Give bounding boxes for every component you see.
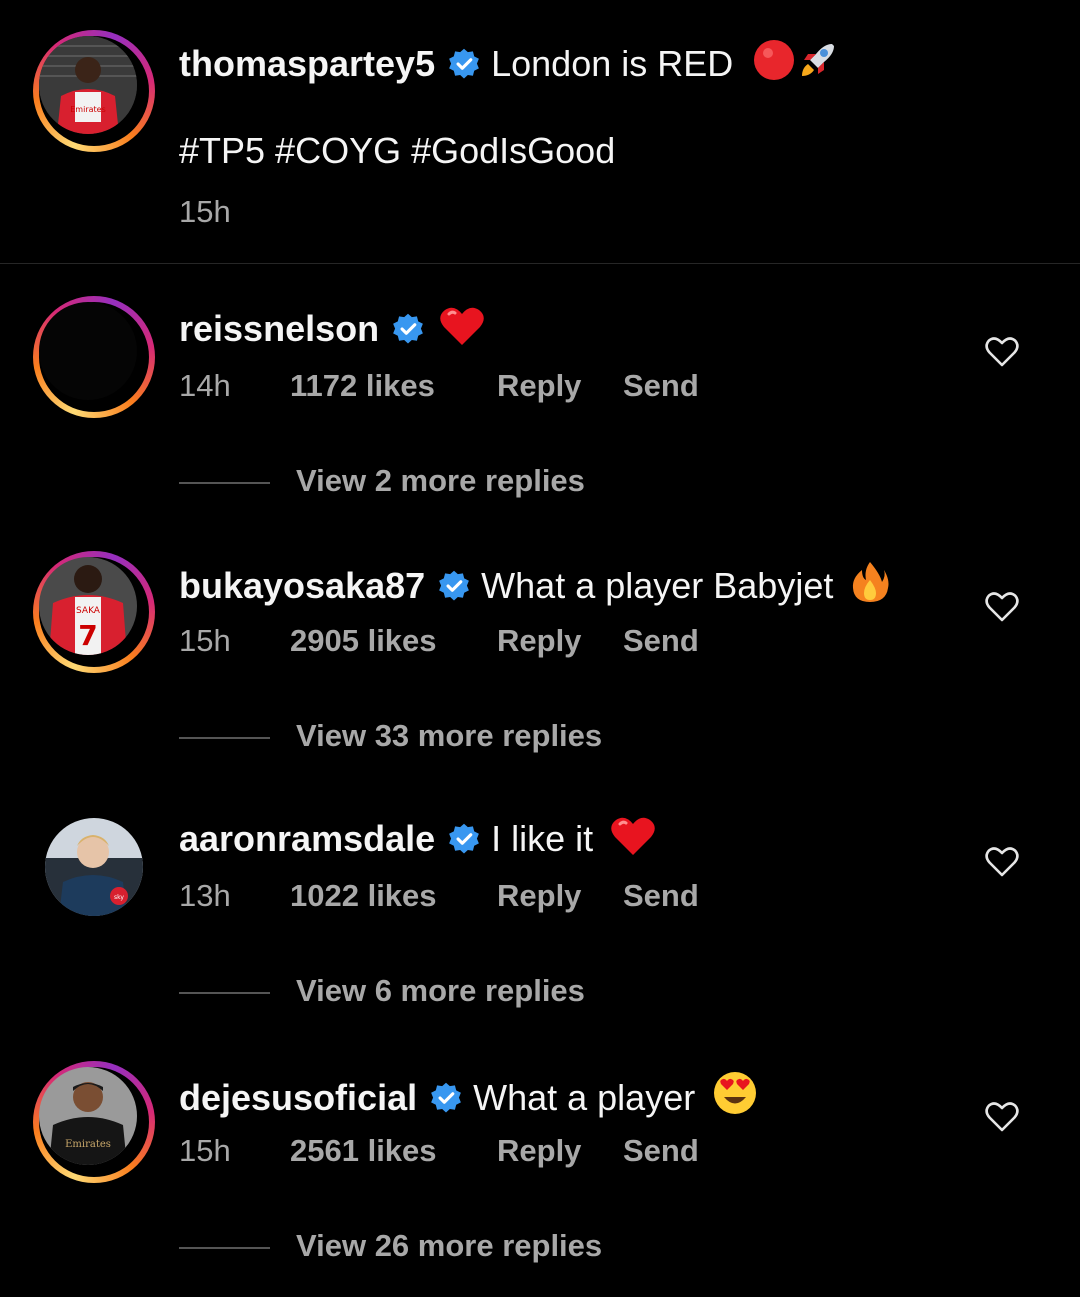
post-caption-text: London is RED [491,43,734,84]
post-author-avatar[interactable]: Emirates [33,30,155,152]
svg-text:SAKA: SAKA [76,606,101,616]
divider [0,263,1080,264]
post-time: 15h [179,194,231,229]
comment-time: 13h [179,878,231,913]
send-button[interactable]: Send [623,368,699,404]
verified-badge-icon [393,313,423,344]
reply-button[interactable]: Reply [497,368,581,404]
comment-time: 14h [179,368,231,403]
heart-eyes-icon [713,1072,756,1114]
post-username[interactable]: thomaspartey5 [179,43,435,84]
reply-button[interactable]: Reply [497,878,581,914]
commenter-avatar[interactable]: SAKA 7 [33,551,155,673]
comment-username[interactable]: bukayosaka87 [179,565,425,606]
comment-likes[interactable]: 2905 likes [290,623,437,659]
comment-time: 15h [179,623,231,658]
send-button[interactable]: Send [623,1133,699,1169]
rocket-icon [801,44,834,76]
fire-icon [852,562,889,602]
commenter-avatar[interactable] [33,296,155,418]
verified-badge-icon [449,823,480,854]
replies-rule [179,1247,270,1249]
send-button[interactable]: Send [623,878,699,914]
verified-badge-icon [431,1082,461,1113]
comment-text: What a player Babyjet [481,565,834,606]
replies-rule [179,992,270,994]
reply-button[interactable]: Reply [497,1133,581,1169]
comment-text: What a player [473,1077,696,1118]
view-replies-label[interactable]: View 26 more replies [296,1228,602,1264]
svg-text:7: 7 [78,619,97,652]
svg-text:sky: sky [114,894,124,901]
verified-badge-icon [449,48,479,79]
svg-text:Emirates: Emirates [65,1139,111,1150]
reply-button[interactable]: Reply [497,623,581,659]
view-replies-label[interactable]: View 6 more replies [296,973,585,1009]
like-heart-icon[interactable] [985,845,1019,879]
view-replies-label[interactable]: View 33 more replies [296,718,602,754]
like-heart-icon[interactable] [985,335,1019,369]
red-heart-icon [440,307,484,345]
comment-likes[interactable]: 2561 likes [290,1133,437,1169]
comment-time: 15h [179,1133,231,1168]
svg-text:Emirates: Emirates [70,105,106,114]
comment-likes[interactable]: 1022 likes [290,878,437,914]
comment-username[interactable]: reissnelson [179,308,379,349]
red-heart-icon [610,817,655,855]
post-caption: Emirates thomaspartey5 London is RED #TP5… [0,0,1080,263]
like-heart-icon[interactable] [985,590,1019,624]
view-replies-label[interactable]: View 2 more replies [296,463,585,499]
comment-likes[interactable]: 1172 likes [290,368,435,404]
commenter-avatar[interactable]: sky [33,806,155,928]
like-heart-icon[interactable] [985,1100,1019,1134]
comment-username[interactable]: dejesusoficial [179,1077,417,1118]
verified-badge-icon [439,570,470,601]
replies-rule [179,482,270,484]
replies-rule [179,737,270,739]
red-circle-icon [753,40,794,80]
comment-username[interactable]: aaronramsdale [179,818,435,859]
comment-text: I like it [491,818,594,859]
commenter-avatar[interactable]: Emirates [33,1061,155,1183]
post-hashtags[interactable]: #TP5 #COYG #GodIsGood [179,130,615,172]
send-button[interactable]: Send [623,623,699,659]
